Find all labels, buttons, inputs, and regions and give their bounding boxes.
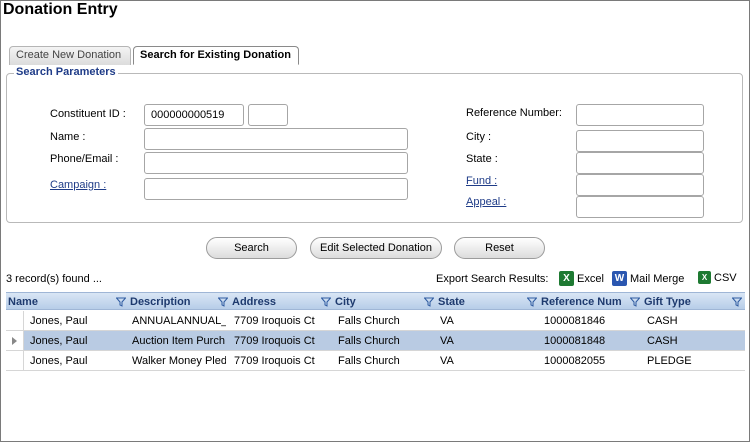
cell-address: 7709 Iroquois Ct: [234, 335, 315, 347]
state-input[interactable]: [576, 152, 704, 174]
reset-button[interactable]: Reset: [454, 237, 545, 259]
campaign-input[interactable]: [144, 178, 408, 200]
export-csv-label: CSV: [714, 271, 737, 284]
export-mail-merge-label: Mail Merge: [630, 272, 685, 285]
column-header-reference-num[interactable]: Reference Num: [541, 293, 622, 311]
constituent-id-label: Constituent ID :: [50, 108, 126, 120]
tab-create-new-donation[interactable]: Create New Donation: [9, 46, 131, 65]
records-found-text: 3 record(s) found ...: [6, 273, 102, 285]
page-title: Donation Entry: [3, 1, 118, 18]
cell-state: VA: [440, 315, 454, 327]
city-input[interactable]: [576, 130, 704, 152]
campaign-link[interactable]: Campaign :: [50, 179, 106, 191]
name-input[interactable]: [144, 128, 408, 150]
cell-description: ANNUALANNUAL_: [132, 315, 226, 327]
cell-reference-num: 1000081846: [544, 315, 606, 327]
column-header-name[interactable]: Name: [8, 293, 38, 311]
cell-name: Jones, Paul: [30, 315, 88, 327]
excel-icon: X: [559, 271, 574, 286]
filter-icon[interactable]: [732, 297, 742, 307]
name-label: Name :: [50, 131, 86, 143]
current-row-arrow-icon: [12, 337, 17, 345]
csv-icon: X: [698, 271, 711, 284]
row-selector[interactable]: [6, 351, 24, 371]
export-csv-button[interactable]: X CSV: [698, 271, 737, 284]
cell-city: Falls Church: [338, 335, 400, 347]
cell-gift-type: CASH: [647, 315, 678, 327]
tab-search-existing-donation[interactable]: Search for Existing Donation: [133, 46, 299, 65]
cell-description: Auction Item Purch: [132, 335, 225, 347]
filter-icon[interactable]: [218, 297, 228, 307]
state-label: State :: [466, 153, 498, 165]
cell-address: 7709 Iroquois Ct: [234, 355, 315, 367]
cell-description: Walker Money Pled: [132, 355, 226, 367]
fund-link[interactable]: Fund :: [466, 175, 497, 187]
cell-name: Jones, Paul: [30, 355, 88, 367]
filter-icon[interactable]: [116, 297, 126, 307]
fund-input[interactable]: [576, 174, 704, 196]
export-search-results-label: Export Search Results:: [436, 273, 549, 285]
export-excel-label: Excel: [577, 272, 604, 285]
filter-icon[interactable]: [424, 297, 434, 307]
cell-gift-type: PLEDGE: [647, 355, 692, 367]
cell-city: Falls Church: [338, 315, 400, 327]
edit-selected-donation-button[interactable]: Edit Selected Donation: [310, 237, 442, 259]
appeal-link[interactable]: Appeal :: [466, 196, 506, 208]
constituent-id-input[interactable]: 000000000519: [144, 104, 244, 126]
table-row[interactable]: Jones, Paul ANNUALANNUAL_ 7709 Iroquois …: [24, 311, 745, 331]
phone-email-label: Phone/Email :: [50, 153, 119, 165]
table-row[interactable]: Jones, Paul Auction Item Purch 7709 Iroq…: [24, 331, 745, 351]
cell-city: Falls Church: [338, 355, 400, 367]
cell-state: VA: [440, 335, 454, 347]
filter-icon[interactable]: [630, 297, 640, 307]
table-row[interactable]: Jones, Paul Walker Money Pled 7709 Iroqu…: [24, 351, 745, 371]
results-grid-header: Name Description Address City State Refe…: [6, 292, 745, 310]
reference-number-input[interactable]: [576, 104, 704, 126]
constituent-id-lookup-input[interactable]: [248, 104, 288, 126]
column-header-city[interactable]: City: [335, 293, 356, 311]
column-header-description[interactable]: Description: [130, 293, 191, 311]
export-mail-merge-button[interactable]: W Mail Merge: [612, 271, 684, 286]
phone-email-input[interactable]: [144, 152, 408, 174]
reference-number-label: Reference Number:: [466, 107, 562, 119]
cell-reference-num: 1000082055: [544, 355, 606, 367]
column-header-state[interactable]: State: [438, 293, 465, 311]
export-excel-button[interactable]: X Excel: [559, 271, 604, 286]
cell-address: 7709 Iroquois Ct: [234, 315, 315, 327]
search-parameters-legend: Search Parameters: [14, 66, 118, 78]
cell-reference-num: 1000081848: [544, 335, 606, 347]
row-selector[interactable]: [6, 311, 24, 331]
city-label: City :: [466, 131, 492, 143]
appeal-input[interactable]: [576, 196, 704, 218]
cell-gift-type: CASH: [647, 335, 678, 347]
column-header-gift-type[interactable]: Gift Type: [644, 293, 691, 311]
cell-state: VA: [440, 355, 454, 367]
row-selector[interactable]: [6, 331, 24, 351]
filter-icon[interactable]: [527, 297, 537, 307]
column-header-address[interactable]: Address: [232, 293, 276, 311]
filter-icon[interactable]: [321, 297, 331, 307]
search-button[interactable]: Search: [206, 237, 297, 259]
word-icon: W: [612, 271, 627, 286]
cell-name: Jones, Paul: [30, 335, 88, 347]
